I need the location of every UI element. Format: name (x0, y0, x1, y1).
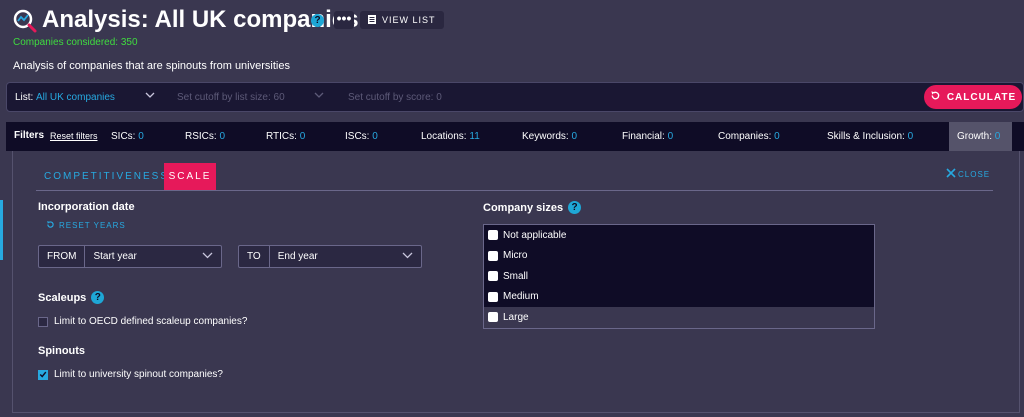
filter-companies[interactable]: Companies: 0 (718, 131, 780, 142)
more-options-button[interactable]: ••• (334, 11, 354, 29)
reset-years-button[interactable]: RESET YEARS (46, 220, 126, 231)
close-label: CLOSE (958, 169, 991, 179)
company-sizes-list: Not applicable Micro Small Medium Large (483, 224, 875, 329)
calculate-label: CALCULATE (946, 91, 1017, 103)
from-year-field: FROM Start year (38, 245, 222, 268)
refresh-icon (930, 90, 941, 104)
view-list-button[interactable]: VIEW LIST (360, 11, 444, 29)
spinout-checkbox-row[interactable]: Limit to university spinout companies? (38, 369, 223, 380)
list-item[interactable]: Small (484, 266, 874, 287)
list-selection-bar (6, 82, 1024, 112)
view-list-label: VIEW LIST (382, 15, 436, 25)
spinout-checkbox-label: Limit to university spinout companies? (54, 369, 223, 380)
scaleup-checkbox-row[interactable]: Limit to OECD defined scaleup companies? (38, 316, 247, 327)
close-icon (946, 168, 956, 180)
size-checkbox[interactable] (488, 291, 498, 302)
help-icon[interactable]: ? (568, 201, 582, 214)
to-year-field: TO End year (238, 245, 422, 268)
filter-keywords[interactable]: Keywords: 0 (522, 131, 577, 142)
size-checkbox[interactable] (488, 312, 498, 323)
chevron-down-icon (402, 251, 413, 262)
filters-title: Filters (14, 130, 45, 141)
list-label: List: (15, 92, 34, 103)
scaleup-checkbox-label: Limit to OECD defined scaleup companies? (54, 316, 248, 327)
filter-rtics[interactable]: RTICs: 0 (266, 131, 305, 142)
scaleup-checkbox[interactable] (38, 316, 48, 327)
size-checkbox[interactable] (488, 230, 498, 241)
chevron-down-icon[interactable] (145, 91, 155, 102)
filter-rsics[interactable]: RSICs: 0 (185, 131, 225, 142)
sidebar-accent (0, 200, 3, 260)
spinout-checkbox[interactable] (38, 369, 48, 380)
list-select[interactable]: All UK companies (36, 92, 115, 103)
size-checkbox[interactable] (488, 250, 498, 261)
cutoff-list-size-input[interactable]: Set cutoff by list size: 60 (177, 92, 285, 103)
to-year-select[interactable]: End year (270, 246, 421, 267)
chevron-down-icon[interactable] (314, 91, 324, 102)
incorporation-date-title: Incorporation date (38, 201, 135, 213)
company-sizes-title: Company sizes (483, 201, 564, 214)
list-item[interactable]: Not applicable (484, 225, 874, 246)
list-item[interactable]: Large (484, 307, 874, 328)
filter-locations[interactable]: Locations: 11 (421, 131, 480, 142)
companies-considered-count: Companies considered: 350 (13, 37, 138, 48)
size-checkbox[interactable] (488, 271, 498, 282)
chevron-down-icon (202, 251, 213, 262)
from-label: FROM (39, 246, 86, 267)
refresh-icon (46, 220, 55, 231)
tabs-divider (36, 190, 993, 191)
filter-financial[interactable]: Financial: 0 (622, 131, 673, 142)
help-icon[interactable]: ? (91, 291, 105, 304)
to-label: TO (239, 246, 270, 267)
filter-iscs[interactable]: ISCs: 0 (345, 131, 378, 142)
cutoff-score-input[interactable]: Set cutoff by score: 0 (348, 92, 442, 103)
reset-years-label: RESET YEARS (59, 221, 126, 230)
filter-skills-inclusion[interactable]: Skills & Inclusion: 0 (827, 131, 913, 142)
calculate-button[interactable]: CALCULATE (924, 85, 1022, 109)
filter-sics[interactable]: SICs: 0 (111, 131, 144, 142)
analysis-logo-icon (12, 8, 38, 34)
filter-growth[interactable]: Growth: 0 (957, 131, 1000, 142)
spinouts-title: Spinouts (38, 345, 86, 357)
close-button[interactable]: CLOSE (946, 168, 990, 180)
list-item[interactable]: Medium (484, 287, 874, 308)
list-icon (368, 14, 376, 26)
reset-filters-link[interactable]: Reset filters (50, 131, 98, 141)
tab-competitiveness[interactable]: COMPETITIVENESS (44, 171, 169, 182)
list-item[interactable]: Micro (484, 246, 874, 267)
from-year-select[interactable]: Start year (85, 246, 221, 267)
analysis-description: Analysis of companies that are spinouts … (13, 60, 290, 72)
help-icon[interactable]: ? (311, 14, 324, 27)
scaleups-title: Scaleups (38, 291, 87, 304)
tab-scale[interactable]: SCALE (164, 163, 216, 190)
